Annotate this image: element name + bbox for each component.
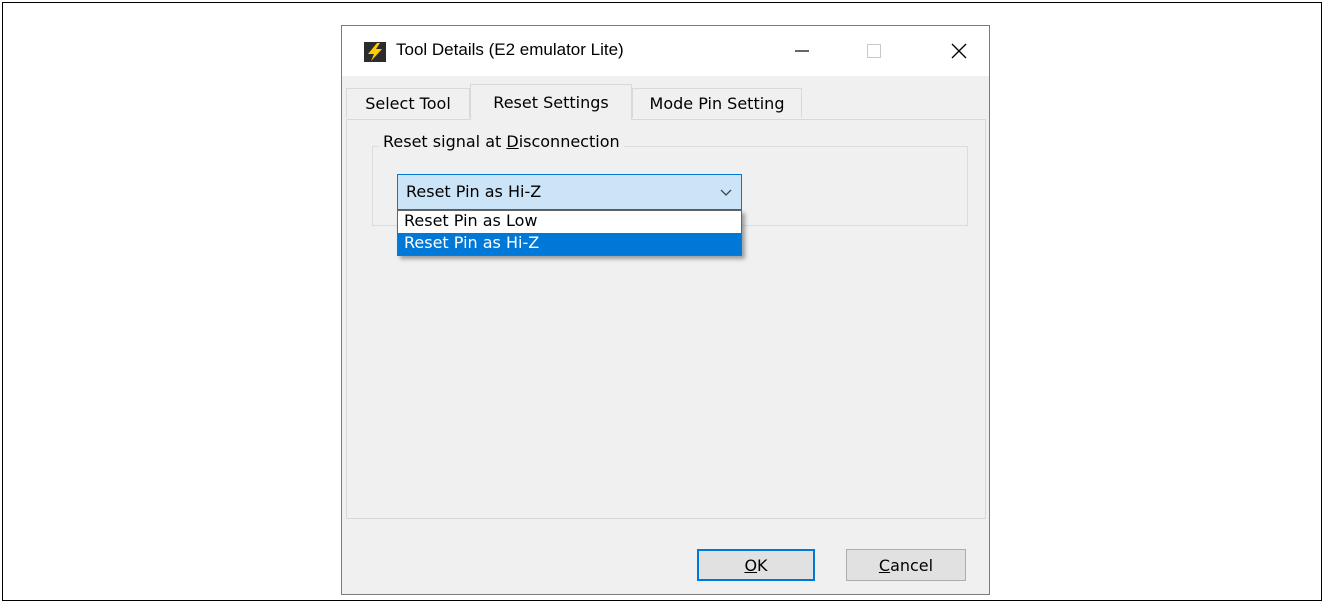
document-frame: Tool Details (E2 emulator Lite) Select T… bbox=[2, 2, 1322, 601]
group-label-suffix: isconnection bbox=[518, 132, 620, 151]
title-bar[interactable]: Tool Details (E2 emulator Lite) bbox=[342, 26, 989, 76]
close-icon bbox=[951, 43, 967, 59]
combobox-value: Reset Pin as Hi-Z bbox=[406, 182, 542, 201]
combobox-dropdown-list: Reset Pin as Low Reset Pin as Hi-Z bbox=[397, 210, 742, 256]
option-reset-pin-hi-z[interactable]: Reset Pin as Hi-Z bbox=[398, 233, 741, 255]
option-reset-pin-low[interactable]: Reset Pin as Low bbox=[398, 211, 741, 233]
chevron-down-icon[interactable] bbox=[719, 185, 733, 199]
app-icon bbox=[364, 42, 386, 62]
tool-details-dialog: Tool Details (E2 emulator Lite) Select T… bbox=[341, 25, 990, 595]
cancel-mnemonic: C bbox=[878, 555, 891, 575]
cancel-button[interactable]: Cancel bbox=[846, 549, 966, 581]
minimize-icon bbox=[795, 50, 809, 52]
maximize-icon bbox=[867, 44, 881, 58]
group-label-mnemonic: D bbox=[506, 132, 519, 151]
reset-signal-group-label: Reset signal at Disconnection bbox=[379, 132, 624, 151]
ok-suffix: K bbox=[757, 555, 768, 575]
tab-mode-pin-setting[interactable]: Mode Pin Setting bbox=[632, 88, 802, 118]
window-title: Tool Details (E2 emulator Lite) bbox=[396, 40, 624, 59]
tab-strip: Select Tool Reset Settings Mode Pin Sett… bbox=[342, 84, 989, 120]
reset-settings-panel: Reset signal at Disconnection Reset Pin … bbox=[346, 119, 986, 519]
ok-button[interactable]: OK bbox=[697, 549, 815, 581]
ok-mnemonic: O bbox=[744, 555, 758, 575]
group-label-prefix: Reset signal at bbox=[383, 132, 507, 151]
minimize-button[interactable] bbox=[779, 26, 825, 76]
tab-reset-settings[interactable]: Reset Settings bbox=[470, 84, 632, 120]
tab-select-tool[interactable]: Select Tool bbox=[346, 88, 470, 118]
cancel-suffix: ancel bbox=[890, 555, 934, 575]
reset-signal-combobox[interactable]: Reset Pin as Hi-Z bbox=[397, 174, 742, 210]
close-button[interactable] bbox=[936, 26, 982, 76]
maximize-button[interactable] bbox=[851, 26, 897, 76]
